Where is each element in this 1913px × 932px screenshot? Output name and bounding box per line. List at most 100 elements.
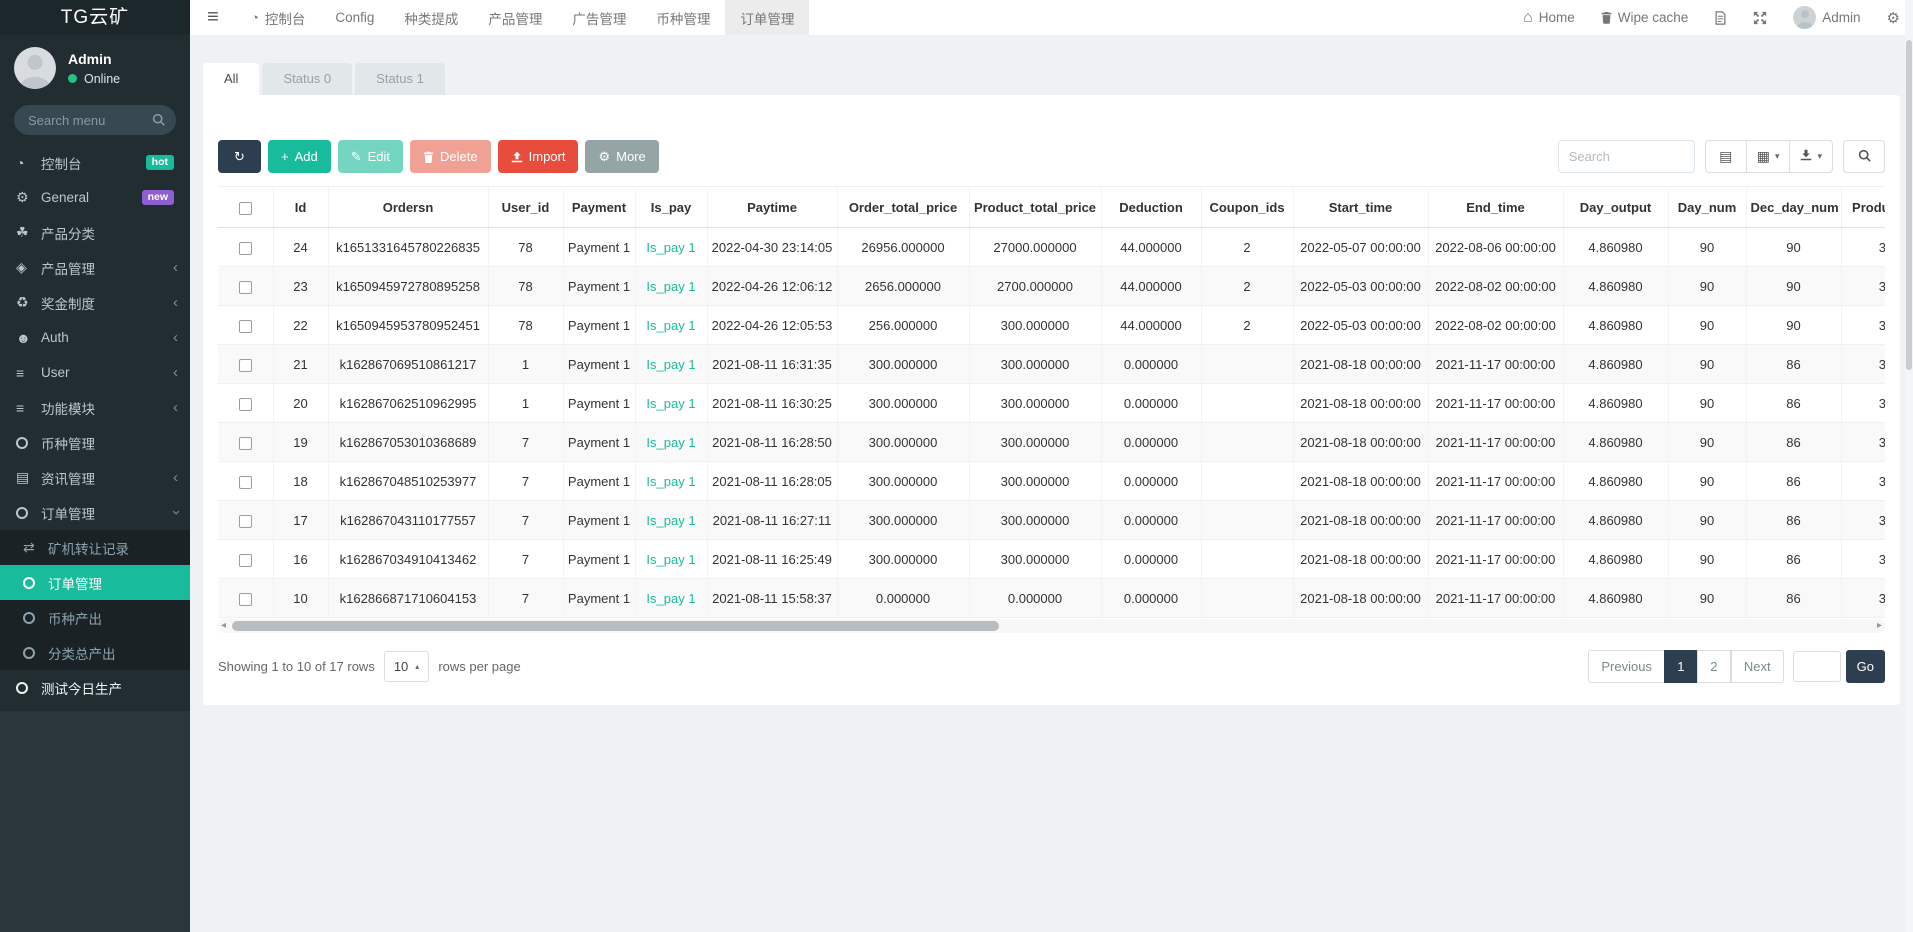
nav-tab[interactable]: Config	[320, 0, 389, 35]
sidebar-item[interactable]: User	[0, 355, 190, 390]
column-header[interactable]: Dec_day_num	[1746, 187, 1841, 228]
admin-menu[interactable]: Admin	[1780, 0, 1873, 35]
sidebar-item[interactable]: 产品管理	[0, 250, 190, 285]
table-row[interactable]: 20 k162867062510962995 1 Payment 1 Is_pa…	[218, 384, 1885, 423]
sidebar-item[interactable]: 币种管理	[0, 425, 190, 460]
column-header[interactable]: Day_output	[1563, 187, 1668, 228]
column-header[interactable]: Order_total_price	[837, 187, 969, 228]
row-checkbox[interactable]	[239, 320, 252, 333]
page-number-button[interactable]: 1	[1664, 650, 1698, 683]
column-header[interactable]: Payment	[563, 187, 635, 228]
search-icon[interactable]	[152, 113, 165, 129]
horizontal-scrollbar[interactable]: ◂ ▸	[218, 619, 1885, 633]
sidebar-item[interactable]: 资讯管理	[0, 460, 190, 495]
search-toggle-button[interactable]	[1843, 140, 1885, 173]
table-row[interactable]: 16 k162867034910413462 7 Payment 1 Is_pa…	[218, 540, 1885, 579]
export-button[interactable]: ▾	[1789, 140, 1833, 173]
table-row[interactable]: 17 k162867043110177557 7 Payment 1 Is_pa…	[218, 501, 1885, 540]
is-pay-link[interactable]: Is_pay 1	[635, 579, 707, 618]
table-row[interactable]: 22 k1650945953780952451 78 Payment 1 Is_…	[218, 306, 1885, 345]
sidebar-item[interactable]: 矿机转让记录	[0, 530, 190, 565]
sidebar-item[interactable]: 币种产出	[0, 600, 190, 635]
edit-button[interactable]: ✎Edit	[338, 140, 403, 173]
page-size-dropdown[interactable]: 10 ▴	[384, 651, 429, 682]
sidebar-item[interactable]: 订单管理	[0, 495, 190, 530]
table-row[interactable]: 19 k162867053010368689 7 Payment 1 Is_pa…	[218, 423, 1885, 462]
row-checkbox[interactable]	[239, 398, 252, 411]
scroll-right-arrow[interactable]: ▸	[1877, 619, 1882, 633]
nav-tab[interactable]: 广告管理	[557, 0, 641, 35]
row-checkbox[interactable]	[239, 242, 252, 255]
column-header[interactable]: Product_total_price	[969, 187, 1101, 228]
column-header[interactable]: Paytime	[707, 187, 837, 228]
table-row[interactable]: 18 k162867048510253977 7 Payment 1 Is_pa…	[218, 462, 1885, 501]
refresh-button[interactable]: ↻	[218, 140, 261, 173]
column-header[interactable]: Product_id	[1841, 187, 1885, 228]
is-pay-link[interactable]: Is_pay 1	[635, 540, 707, 579]
row-checkbox[interactable]	[239, 554, 252, 567]
table-row[interactable]: 21 k162867069510861217 1 Payment 1 Is_pa…	[218, 345, 1885, 384]
is-pay-link[interactable]: Is_pay 1	[635, 267, 707, 306]
sidebar-item[interactable]: Auth	[0, 320, 190, 355]
language-button[interactable]	[1701, 0, 1740, 35]
is-pay-link[interactable]: Is_pay 1	[635, 228, 707, 267]
menu-toggle-button[interactable]: ≡	[190, 0, 236, 35]
sidebar-item[interactable]: 订单管理	[0, 565, 190, 600]
sidebar-item[interactable]: General new	[0, 180, 190, 215]
go-button[interactable]: Go	[1846, 650, 1885, 683]
is-pay-link[interactable]: Is_pay 1	[635, 462, 707, 501]
goto-page-input[interactable]	[1793, 651, 1841, 682]
more-button[interactable]: ⚙More	[585, 140, 658, 173]
column-header[interactable]: Coupon_ids	[1201, 187, 1293, 228]
table-row[interactable]: 10 k162866871710604153 7 Payment 1 Is_pa…	[218, 579, 1885, 618]
column-header[interactable]: Day_num	[1668, 187, 1746, 228]
sidebar-item[interactable]: 分类总产出	[0, 635, 190, 670]
vertical-scrollbar[interactable]	[1905, 0, 1913, 932]
vertical-scrollbar-thumb[interactable]	[1906, 40, 1912, 370]
row-checkbox[interactable]	[239, 281, 252, 294]
row-checkbox[interactable]	[239, 437, 252, 450]
table-search-input[interactable]	[1558, 140, 1695, 173]
table-row[interactable]: 24 k1651331645780226835 78 Payment 1 Is_…	[218, 228, 1885, 267]
delete-button[interactable]: Delete	[410, 140, 491, 173]
is-pay-link[interactable]: Is_pay 1	[635, 423, 707, 462]
fullscreen-button[interactable]	[1740, 0, 1780, 35]
sidebar-item[interactable]: 功能模块	[0, 390, 190, 425]
import-button[interactable]: Import	[498, 140, 579, 173]
is-pay-link[interactable]: Is_pay 1	[635, 306, 707, 345]
nav-tab[interactable]: 控制台	[236, 0, 320, 35]
sidebar-item[interactable]: 奖金制度	[0, 285, 190, 320]
is-pay-link[interactable]: Is_pay 1	[635, 384, 707, 423]
column-header[interactable]: Ordersn	[328, 187, 488, 228]
next-page-button[interactable]: Next	[1731, 650, 1784, 683]
nav-tab[interactable]: 种类提成	[389, 0, 473, 35]
sidebar-item[interactable]: 产品分类	[0, 215, 190, 250]
tab[interactable]: Status 0	[262, 63, 352, 95]
column-header[interactable]: Is_pay	[635, 187, 707, 228]
wipe-cache-button[interactable]: Wipe cache	[1588, 0, 1702, 35]
page-number-button[interactable]: 2	[1697, 650, 1731, 683]
add-button[interactable]: +Add	[268, 140, 331, 173]
row-checkbox[interactable]	[239, 359, 252, 372]
columns-button[interactable]: ▾	[1746, 140, 1791, 173]
sidebar-item[interactable]: 控制台 hot	[0, 145, 190, 180]
nav-tab[interactable]: 产品管理	[473, 0, 557, 35]
nav-tab[interactable]: 订单管理	[725, 0, 809, 35]
scroll-left-arrow[interactable]: ◂	[221, 619, 226, 633]
row-checkbox[interactable]	[239, 593, 252, 606]
column-header[interactable]: Start_time	[1293, 187, 1428, 228]
column-header[interactable]: Deduction	[1101, 187, 1201, 228]
detail-view-button[interactable]	[1705, 140, 1747, 173]
tab[interactable]: Status 1	[355, 63, 445, 95]
column-header[interactable]: User_id	[488, 187, 563, 228]
row-checkbox[interactable]	[239, 515, 252, 528]
is-pay-link[interactable]: Is_pay 1	[635, 345, 707, 384]
is-pay-link[interactable]: Is_pay 1	[635, 501, 707, 540]
column-header[interactable]: Id	[273, 187, 328, 228]
tab[interactable]: All	[203, 63, 259, 95]
previous-page-button[interactable]: Previous	[1588, 650, 1665, 683]
sidebar-item[interactable]: 测试今日生产	[0, 670, 190, 705]
nav-tab[interactable]: 币种管理	[641, 0, 725, 35]
select-all-checkbox[interactable]	[239, 202, 252, 215]
column-header[interactable]: End_time	[1428, 187, 1563, 228]
